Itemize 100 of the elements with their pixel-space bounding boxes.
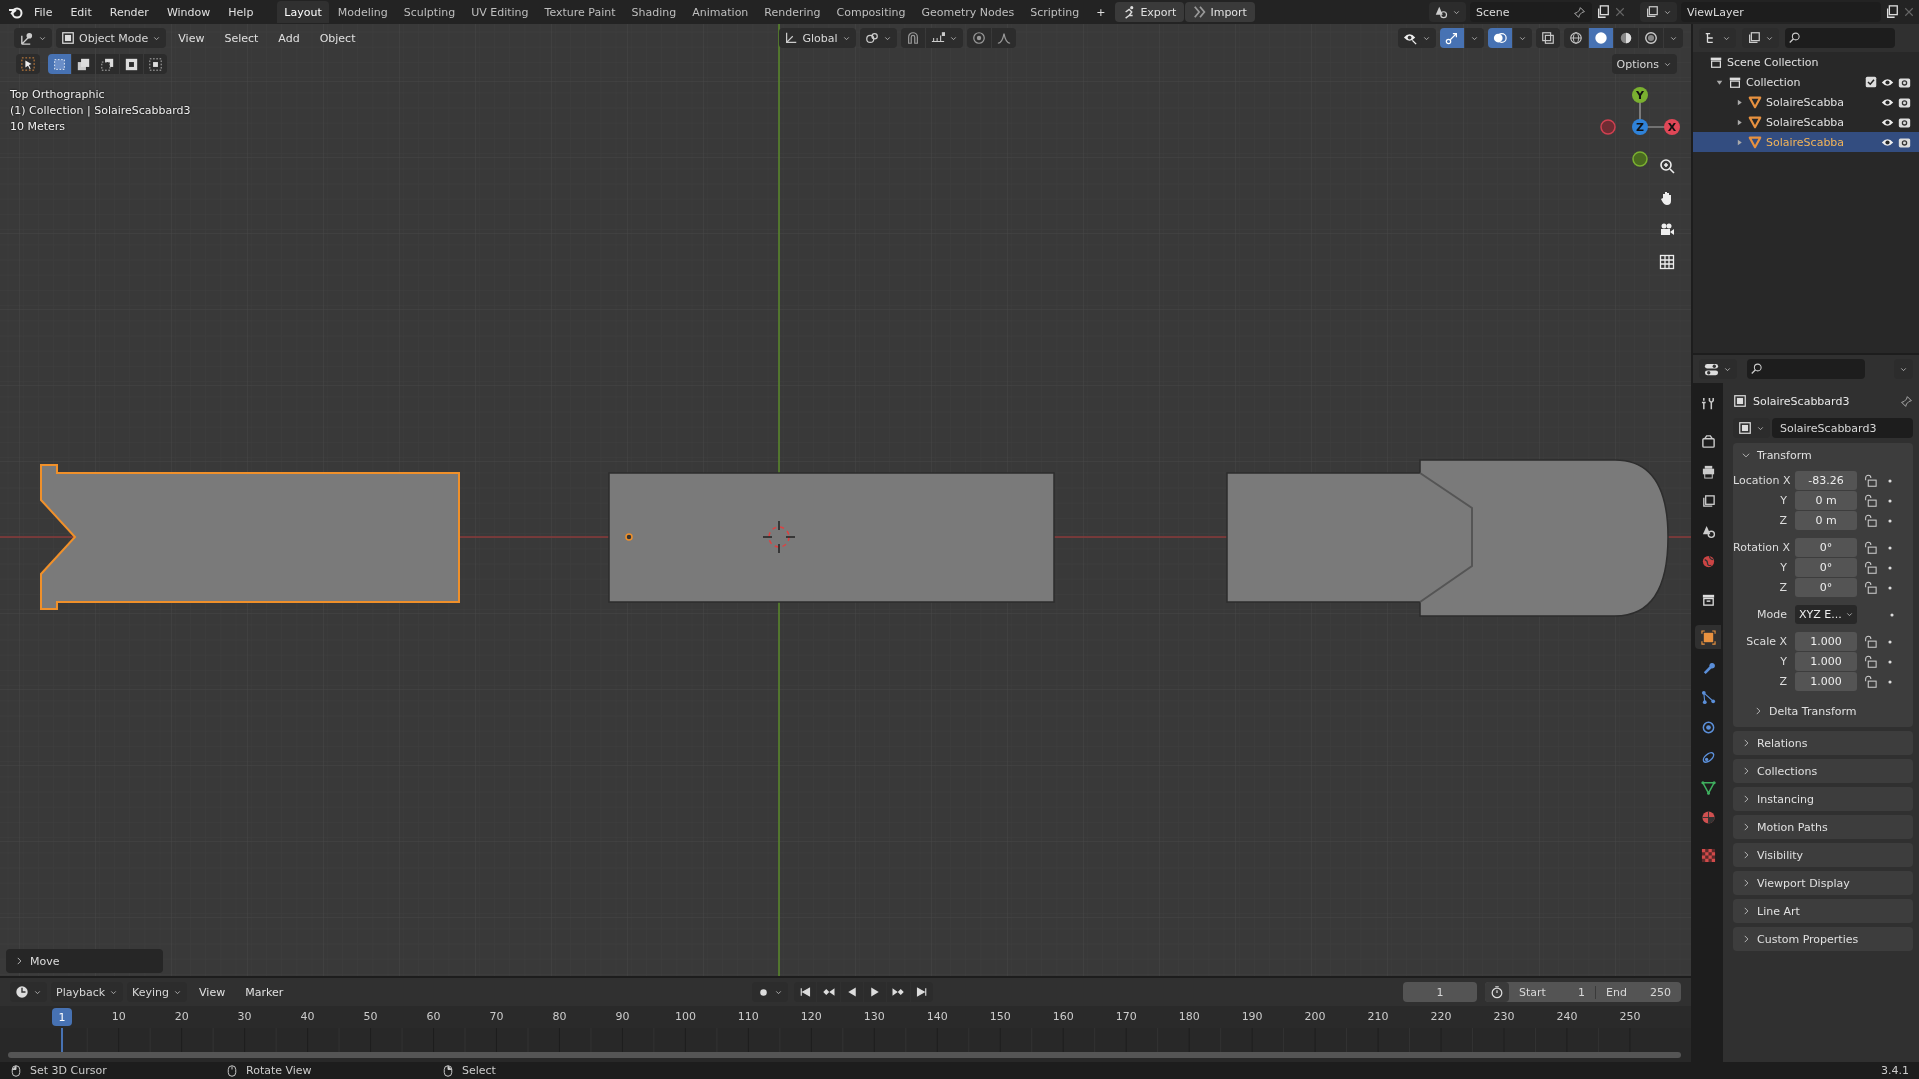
number-field[interactable]: 0° [1795, 578, 1857, 597]
visibility-dropdown[interactable] [1398, 28, 1436, 48]
workspace-tab[interactable]: Shading [624, 1, 684, 23]
xray-toggle[interactable] [1536, 28, 1560, 48]
lock-icon[interactable] [1863, 473, 1877, 488]
object-name-field[interactable]: SolaireScabbard3 [1772, 418, 1913, 438]
camera-icon[interactable] [1898, 95, 1911, 109]
panel-header[interactable]: Motion Paths [1733, 815, 1913, 839]
lock-icon[interactable] [1863, 674, 1877, 689]
panel-header[interactable]: Visibility [1733, 843, 1913, 867]
wireframe-shading-button[interactable] [1564, 28, 1588, 48]
outliner-row[interactable]: SolaireScabba [1693, 92, 1919, 112]
lock-icon[interactable] [1863, 493, 1877, 508]
lock-icon[interactable] [1863, 540, 1877, 555]
jump-end-button[interactable] [911, 982, 933, 1002]
number-field[interactable]: 1.000 [1795, 672, 1857, 691]
menu-item[interactable]: Render [101, 2, 157, 22]
playhead[interactable]: 1 [52, 1008, 72, 1026]
view-layer-field[interactable]: ViewLayer [1681, 2, 1881, 22]
outliner-row[interactable]: SolaireScabba [1693, 132, 1919, 152]
outliner-row[interactable]: Scene Collection [1693, 52, 1919, 72]
scene-field[interactable]: Scene [1470, 2, 1592, 22]
property-tab[interactable] [1695, 625, 1721, 649]
options-dropdown[interactable]: Options [1611, 54, 1677, 74]
menu-item[interactable]: View [170, 28, 213, 48]
number-field[interactable]: 0° [1795, 558, 1857, 577]
workspace-tab[interactable]: Sculpting [396, 1, 463, 23]
overlay-toggle[interactable] [1488, 28, 1512, 48]
play-reverse-button[interactable] [841, 982, 863, 1002]
mode-dropdown[interactable]: Object Mode [56, 28, 167, 48]
copy-icon[interactable] [1596, 5, 1610, 19]
number-field[interactable]: -83.26 [1795, 471, 1857, 490]
panel-header[interactable]: Line Art [1733, 899, 1913, 923]
number-field[interactable]: 0 m [1795, 491, 1857, 510]
close-icon[interactable] [1614, 6, 1626, 18]
material-shading-button[interactable] [1614, 28, 1638, 48]
workspace-tab[interactable]: Texture Paint [537, 1, 623, 23]
workspace-tab[interactable]: Geometry Nodes [914, 1, 1022, 23]
mode-dropdown[interactable]: XYZ E... [1795, 605, 1857, 624]
solid-shading-button[interactable] [1589, 28, 1613, 48]
gizmo-toggle[interactable] [1440, 28, 1464, 48]
editor-type-button[interactable] [1699, 359, 1737, 379]
workspace-tab[interactable]: Animation [685, 1, 756, 23]
lock-icon[interactable] [1863, 560, 1877, 575]
export-button[interactable]: Export [1115, 2, 1185, 22]
mesh-object[interactable] [608, 472, 1055, 603]
menu-dropdown[interactable]: Keying [127, 982, 188, 1002]
menu-item[interactable]: Select [216, 28, 267, 48]
camera-icon[interactable] [1898, 115, 1911, 129]
falloff-dropdown[interactable] [991, 28, 1016, 48]
lock-icon[interactable] [1863, 580, 1877, 595]
view-layer-selector[interactable] [1640, 2, 1677, 22]
axis-gizmo[interactable]: X Y Z [1595, 86, 1685, 176]
workspace-tab[interactable]: UV Editing [464, 1, 536, 23]
next-keyframe-button[interactable] [887, 982, 910, 1002]
workspace-tab[interactable]: Scripting [1023, 1, 1087, 23]
scrollbar[interactable] [8, 1052, 1681, 1058]
select-mode-button[interactable] [96, 54, 119, 74]
search-field[interactable] [1785, 28, 1895, 48]
pin-icon[interactable] [1900, 394, 1913, 408]
menu-item[interactable]: Add [270, 28, 308, 48]
editor-type-button[interactable] [1699, 28, 1736, 48]
select-mode-button[interactable] [72, 54, 95, 74]
lock-icon[interactable] [1863, 634, 1877, 649]
editor-type-button[interactable] [14, 28, 52, 48]
menu-item[interactable]: Help [220, 2, 262, 22]
current-frame-field[interactable]: 1 [1403, 982, 1477, 1002]
menu-item[interactable]: File [26, 2, 61, 22]
workspace-tab[interactable]: Layout [277, 1, 329, 23]
auto-key-button[interactable] [752, 982, 788, 1002]
search-field[interactable] [1747, 359, 1865, 379]
editor-type-button[interactable] [10, 982, 47, 1002]
add-workspace-button[interactable]: + [1088, 2, 1114, 22]
subpanel-header[interactable]: Delta Transform [1733, 699, 1913, 723]
outliner-row[interactable]: SolaireScabba [1693, 112, 1919, 132]
end-frame-field[interactable]: End 250 [1595, 985, 1681, 999]
panel-header[interactable]: Instancing [1733, 787, 1913, 811]
number-field[interactable]: 1.000 [1795, 632, 1857, 651]
panel-header[interactable]: Viewport Display [1733, 871, 1913, 895]
snap-increment-dropdown[interactable] [925, 28, 963, 48]
number-field[interactable]: 1.000 [1795, 652, 1857, 671]
object-browse-dropdown[interactable] [1733, 418, 1770, 438]
play-button[interactable] [864, 982, 886, 1002]
select-mode-button[interactable] [144, 54, 167, 74]
number-field[interactable]: 0° [1795, 538, 1857, 557]
copy-icon[interactable] [1885, 5, 1899, 19]
close-icon[interactable] [1903, 6, 1915, 18]
panel-header[interactable]: Custom Properties [1733, 927, 1913, 951]
lock-icon[interactable] [1863, 654, 1877, 669]
rendered-shading-button[interactable] [1639, 28, 1663, 48]
menu-dropdown[interactable]: Playback [51, 982, 124, 1002]
select-mode-button[interactable] [120, 54, 143, 74]
camera-icon[interactable] [1898, 75, 1911, 89]
camera-icon[interactable] [1898, 135, 1911, 149]
select-tool-button[interactable] [16, 54, 40, 74]
checkbox[interactable] [1865, 76, 1877, 88]
import-button[interactable]: Import [1185, 2, 1255, 22]
workspace-tab[interactable]: Compositing [829, 1, 913, 23]
panel-header[interactable]: Collections [1733, 759, 1913, 783]
scene-selector[interactable] [1429, 2, 1466, 22]
